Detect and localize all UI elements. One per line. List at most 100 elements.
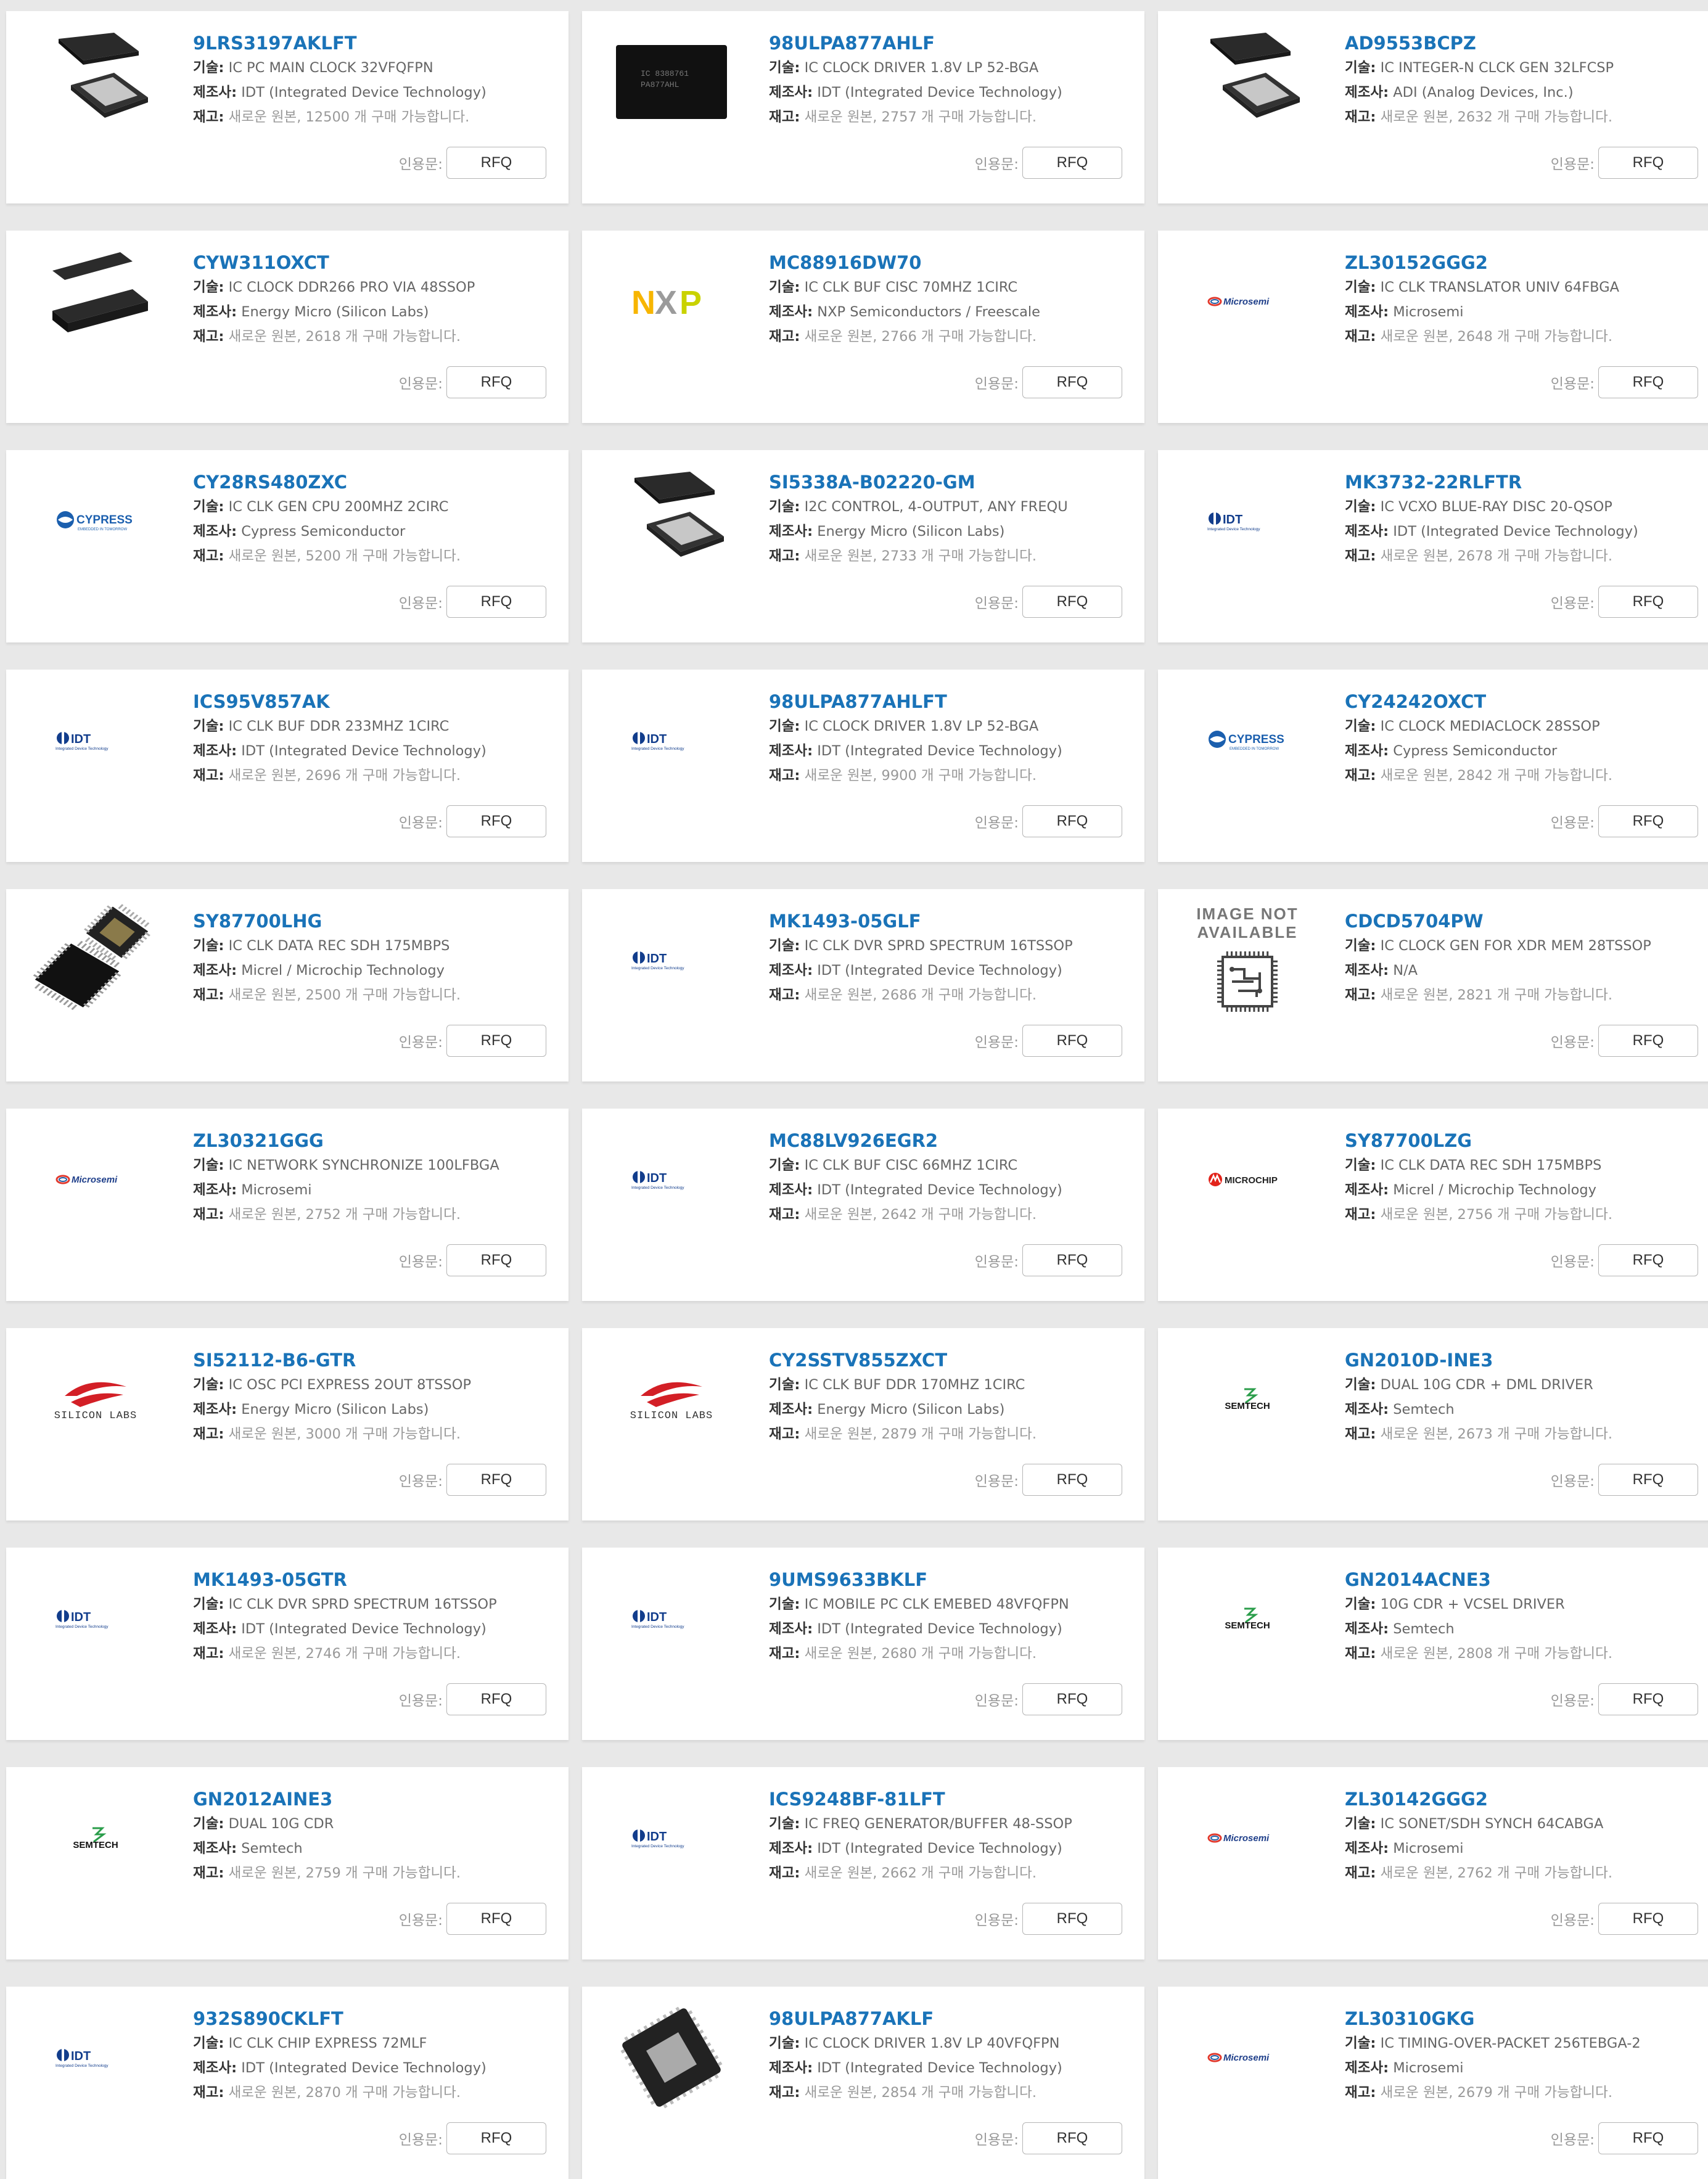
rfq-button[interactable]: RFQ — [1022, 1683, 1122, 1715]
part-number-link[interactable]: 98ULPA877AHLF — [769, 31, 935, 55]
product-image[interactable]: Microsemi — [31, 1127, 160, 1232]
rfq-button[interactable]: RFQ — [446, 1903, 546, 1935]
product-image[interactable]: IDT Integrated Device Technology — [31, 2005, 160, 2110]
product-image[interactable]: IDT Integrated Device Technology — [607, 908, 736, 1012]
part-number-link[interactable]: MK3732-22RLFTR — [1345, 470, 1522, 494]
product-image[interactable]: IC 8388761 PA877AHL — [607, 30, 736, 134]
product-image[interactable]: IMAGE NOT AVAILABLE — [1183, 905, 1312, 1012]
product-image[interactable] — [607, 469, 736, 573]
part-number-link[interactable]: SI52112-B6-GTR — [193, 1348, 356, 1373]
part-number-link[interactable]: AD9553BCPZ — [1345, 31, 1476, 55]
product-image[interactable]: IDT Integrated Device Technology — [607, 1566, 736, 1671]
rfq-button[interactable]: RFQ — [1598, 586, 1698, 618]
rfq-button[interactable]: RFQ — [446, 586, 546, 618]
rfq-button[interactable]: RFQ — [1022, 586, 1122, 618]
rfq-button[interactable]: RFQ — [1022, 366, 1122, 398]
stock-label: 재고: — [769, 1865, 800, 1881]
rfq-button[interactable]: RFQ — [1598, 147, 1698, 179]
product-image[interactable]: IDT Integrated Device Technology — [607, 1127, 736, 1232]
part-number-link[interactable]: CY2SSTV855ZXCT — [769, 1348, 947, 1373]
part-number-link[interactable]: CY24242OXCT — [1345, 689, 1486, 714]
rfq-button[interactable]: RFQ — [1598, 1903, 1698, 1935]
rfq-button[interactable]: RFQ — [1598, 1683, 1698, 1715]
rfq-button[interactable]: RFQ — [446, 147, 546, 179]
manufacturer-row: 제조사: Semtech — [1345, 1617, 1708, 1641]
product-image[interactable]: Microsemi — [1183, 2005, 1312, 2110]
rfq-button[interactable]: RFQ — [446, 805, 546, 837]
product-image[interactable]: SILICON LABS — [607, 1347, 736, 1451]
product-image[interactable] — [1183, 30, 1312, 134]
product-image[interactable] — [31, 249, 160, 354]
part-number-link[interactable]: 9LRS3197AKLFT — [193, 31, 357, 55]
product-image[interactable] — [31, 30, 160, 134]
rfq-button[interactable]: RFQ — [446, 366, 546, 398]
product-image[interactable]: IDT Integrated Device Technology — [1183, 469, 1312, 573]
part-number-link[interactable]: ZL30152GGG2 — [1345, 250, 1488, 275]
tech-value: IC PC MAIN CLOCK 32VFQFPN — [228, 60, 433, 76]
rfq-button[interactable]: RFQ — [446, 2122, 546, 2154]
rfq-button[interactable]: RFQ — [1598, 2122, 1698, 2154]
part-number-link[interactable]: GN2010D-INE3 — [1345, 1348, 1493, 1373]
part-number-link[interactable]: CYW311OXCT — [193, 250, 329, 275]
product-image[interactable]: SEMTECH — [1183, 1347, 1312, 1451]
product-image[interactable]: IDT Integrated Device Technology — [31, 1566, 160, 1671]
product-image[interactable] — [607, 2005, 736, 2110]
part-number-link[interactable]: SI5338A-B02220-GM — [769, 470, 975, 494]
stock-label: 재고: — [769, 548, 800, 564]
rfq-button[interactable]: RFQ — [1598, 1244, 1698, 1276]
svg-text:P: P — [680, 284, 702, 320]
rfq-button[interactable]: RFQ — [1598, 805, 1698, 837]
product-image[interactable]: SEMTECH — [31, 1786, 160, 1890]
part-number-link[interactable]: 932S890CKLFT — [193, 2006, 343, 2031]
part-number-link[interactable]: CDCD5704PW — [1345, 909, 1484, 934]
rfq-button[interactable]: RFQ — [1022, 1025, 1122, 1057]
part-number-link[interactable]: 9UMS9633BKLF — [769, 1567, 927, 1592]
rfq-button[interactable]: RFQ — [1022, 147, 1122, 179]
rfq-button[interactable]: RFQ — [446, 1244, 546, 1276]
part-number-link[interactable]: MC88LV926EGR2 — [769, 1128, 938, 1153]
part-number-link[interactable]: ZL30142GGG2 — [1345, 1787, 1488, 1812]
tech-label: 기술: — [769, 1596, 800, 1612]
product-image[interactable]: N X P — [607, 249, 736, 354]
stock-value: 새로운 원본, 9900 개 구매 가능합니다. — [804, 768, 1037, 784]
product-image[interactable]: CYPRESS EMBEDDED IN TOMORROW — [1183, 688, 1312, 793]
part-number-link[interactable]: ICS95V857AK — [193, 689, 330, 714]
rfq-button[interactable]: RFQ — [1022, 1244, 1122, 1276]
part-number-link[interactable]: ICS9248BF-81LFT — [769, 1787, 945, 1812]
product-image[interactable]: IDT Integrated Device Technology — [607, 1786, 736, 1890]
part-number-link[interactable]: 98ULPA877AKLF — [769, 2006, 934, 2031]
part-number-link[interactable]: ZL30321GGG — [193, 1128, 324, 1153]
part-number-link[interactable]: 98ULPA877AHLFT — [769, 689, 947, 714]
svg-text:IDT: IDT — [71, 2050, 91, 2063]
rfq-button[interactable]: RFQ — [1598, 1464, 1698, 1496]
product-image[interactable]: CYPRESS EMBEDDED IN TOMORROW — [31, 469, 160, 573]
product-image[interactable]: Microsemi — [1183, 1786, 1312, 1890]
part-number-link[interactable]: SY87700LZG — [1345, 1128, 1472, 1153]
svg-text:SEMTECH: SEMTECH — [1225, 1401, 1270, 1411]
rfq-button[interactable]: RFQ — [1022, 2122, 1122, 2154]
part-number-link[interactable]: ZL30310GKG — [1345, 2006, 1474, 2031]
part-number-link[interactable]: CY28RS480ZXC — [193, 470, 347, 494]
rfq-button[interactable]: RFQ — [1022, 1903, 1122, 1935]
product-image[interactable]: SILICON LABS — [31, 1347, 160, 1451]
product-image[interactable] — [31, 904, 160, 1012]
part-number-link[interactable]: MC88916DW70 — [769, 250, 921, 275]
rfq-button[interactable]: RFQ — [1022, 805, 1122, 837]
rfq-button[interactable]: RFQ — [446, 1683, 546, 1715]
rfq-button[interactable]: RFQ — [446, 1464, 546, 1496]
product-image[interactable]: Microsemi — [1183, 249, 1312, 354]
part-number-link[interactable]: GN2014ACNE3 — [1345, 1567, 1491, 1592]
part-number-link[interactable]: MK1493-05GTR — [193, 1567, 347, 1592]
rfq-button[interactable]: RFQ — [446, 1025, 546, 1057]
part-number-link[interactable]: MK1493-05GLF — [769, 909, 921, 934]
rfq-button[interactable]: RFQ — [1598, 366, 1698, 398]
product-image[interactable]: MICROCHIP — [1183, 1127, 1312, 1232]
rfq-button[interactable]: RFQ — [1022, 1464, 1122, 1496]
part-number-link[interactable]: GN2012AINE3 — [193, 1787, 332, 1812]
product-image[interactable]: IDT Integrated Device Technology — [31, 688, 160, 793]
svg-text:IC 8388761: IC 8388761 — [641, 69, 689, 78]
product-image[interactable]: SEMTECH — [1183, 1566, 1312, 1671]
part-number-link[interactable]: SY87700LHG — [193, 909, 322, 934]
product-image[interactable]: IDT Integrated Device Technology — [607, 688, 736, 793]
rfq-button[interactable]: RFQ — [1598, 1025, 1698, 1057]
